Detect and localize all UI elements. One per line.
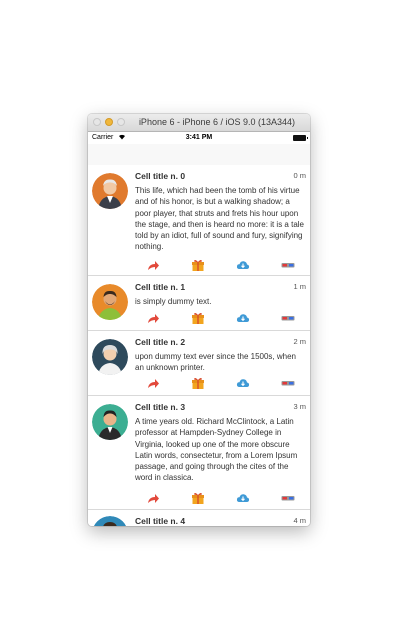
minimize-window-button[interactable] (105, 118, 113, 126)
gift-icon[interactable] (191, 258, 205, 272)
cell-actions (140, 258, 300, 272)
share-icon[interactable] (146, 491, 160, 505)
cell-timestamp: 0 m (293, 171, 306, 180)
close-window-button[interactable] (93, 118, 101, 126)
cell-timestamp: 1 m (293, 282, 306, 291)
3d-glasses-icon[interactable] (281, 311, 295, 325)
battery-icon (293, 135, 308, 141)
cell-timestamp: 3 m (293, 402, 306, 411)
table-cell[interactable]: Cell title n. 4 4 m (88, 510, 310, 526)
cell-actions (140, 376, 300, 390)
cloud-download-icon[interactable] (236, 311, 250, 325)
window-title: iPhone 6 - iPhone 6 / iOS 9.0 (13A344) (138, 117, 296, 127)
avatar (92, 516, 128, 526)
cloud-download-icon[interactable] (236, 258, 250, 272)
cloud-download-icon[interactable] (236, 491, 250, 505)
cell-body-text: A time years old. Richard McClintock, a … (135, 417, 298, 483)
cell-timestamp: 4 m (293, 516, 306, 525)
avatar (92, 339, 128, 375)
avatar (92, 173, 128, 209)
zoom-window-button[interactable] (117, 118, 125, 126)
cell-timestamp: 2 m (293, 337, 306, 346)
3d-glasses-icon[interactable] (281, 376, 295, 390)
status-time: 3:41 PM (185, 134, 213, 141)
status-bar: Carrier 3:41 PM (88, 132, 310, 144)
cell-body-text: is simply dummy text. (135, 297, 212, 306)
cell-actions (140, 491, 300, 505)
3d-glasses-icon[interactable] (281, 491, 295, 505)
3d-glasses-icon[interactable] (281, 258, 295, 272)
cell-title: Cell title n. 3 (135, 402, 186, 412)
navigation-bar (88, 144, 310, 166)
table-cell[interactable]: Cell title n. 0 0 m This life, which had… (88, 165, 310, 276)
table-cell[interactable]: Cell title n. 1 1 m is simply dummy text… (88, 276, 310, 331)
cell-title: Cell title n. 0 (135, 171, 186, 181)
cloud-download-icon[interactable] (236, 376, 250, 390)
cell-title: Cell title n. 2 (135, 337, 186, 347)
cell-title: Cell title n. 4 (135, 516, 186, 526)
gift-icon[interactable] (191, 491, 205, 505)
cell-body-text: This life, which had been the tomb of hi… (135, 186, 304, 252)
avatar (92, 284, 128, 320)
cell-actions (140, 311, 300, 325)
simulator-window: iPhone 6 - iPhone 6 / iOS 9.0 (13A344) C… (88, 114, 310, 526)
share-icon[interactable] (146, 311, 160, 325)
cell-body-text: upon dummy text ever since the 1500s, wh… (135, 352, 296, 373)
cell-title: Cell title n. 1 (135, 282, 186, 292)
table-cell[interactable]: Cell title n. 2 2 m upon dummy text ever… (88, 331, 310, 396)
window-titlebar: iPhone 6 - iPhone 6 / iOS 9.0 (13A344) (88, 114, 310, 132)
table-cell[interactable]: Cell title n. 3 3 m A time years old. Ri… (88, 396, 310, 510)
gift-icon[interactable] (191, 311, 205, 325)
share-icon[interactable] (146, 376, 160, 390)
gift-icon[interactable] (191, 376, 205, 390)
share-icon[interactable] (146, 258, 160, 272)
avatar (92, 404, 128, 440)
